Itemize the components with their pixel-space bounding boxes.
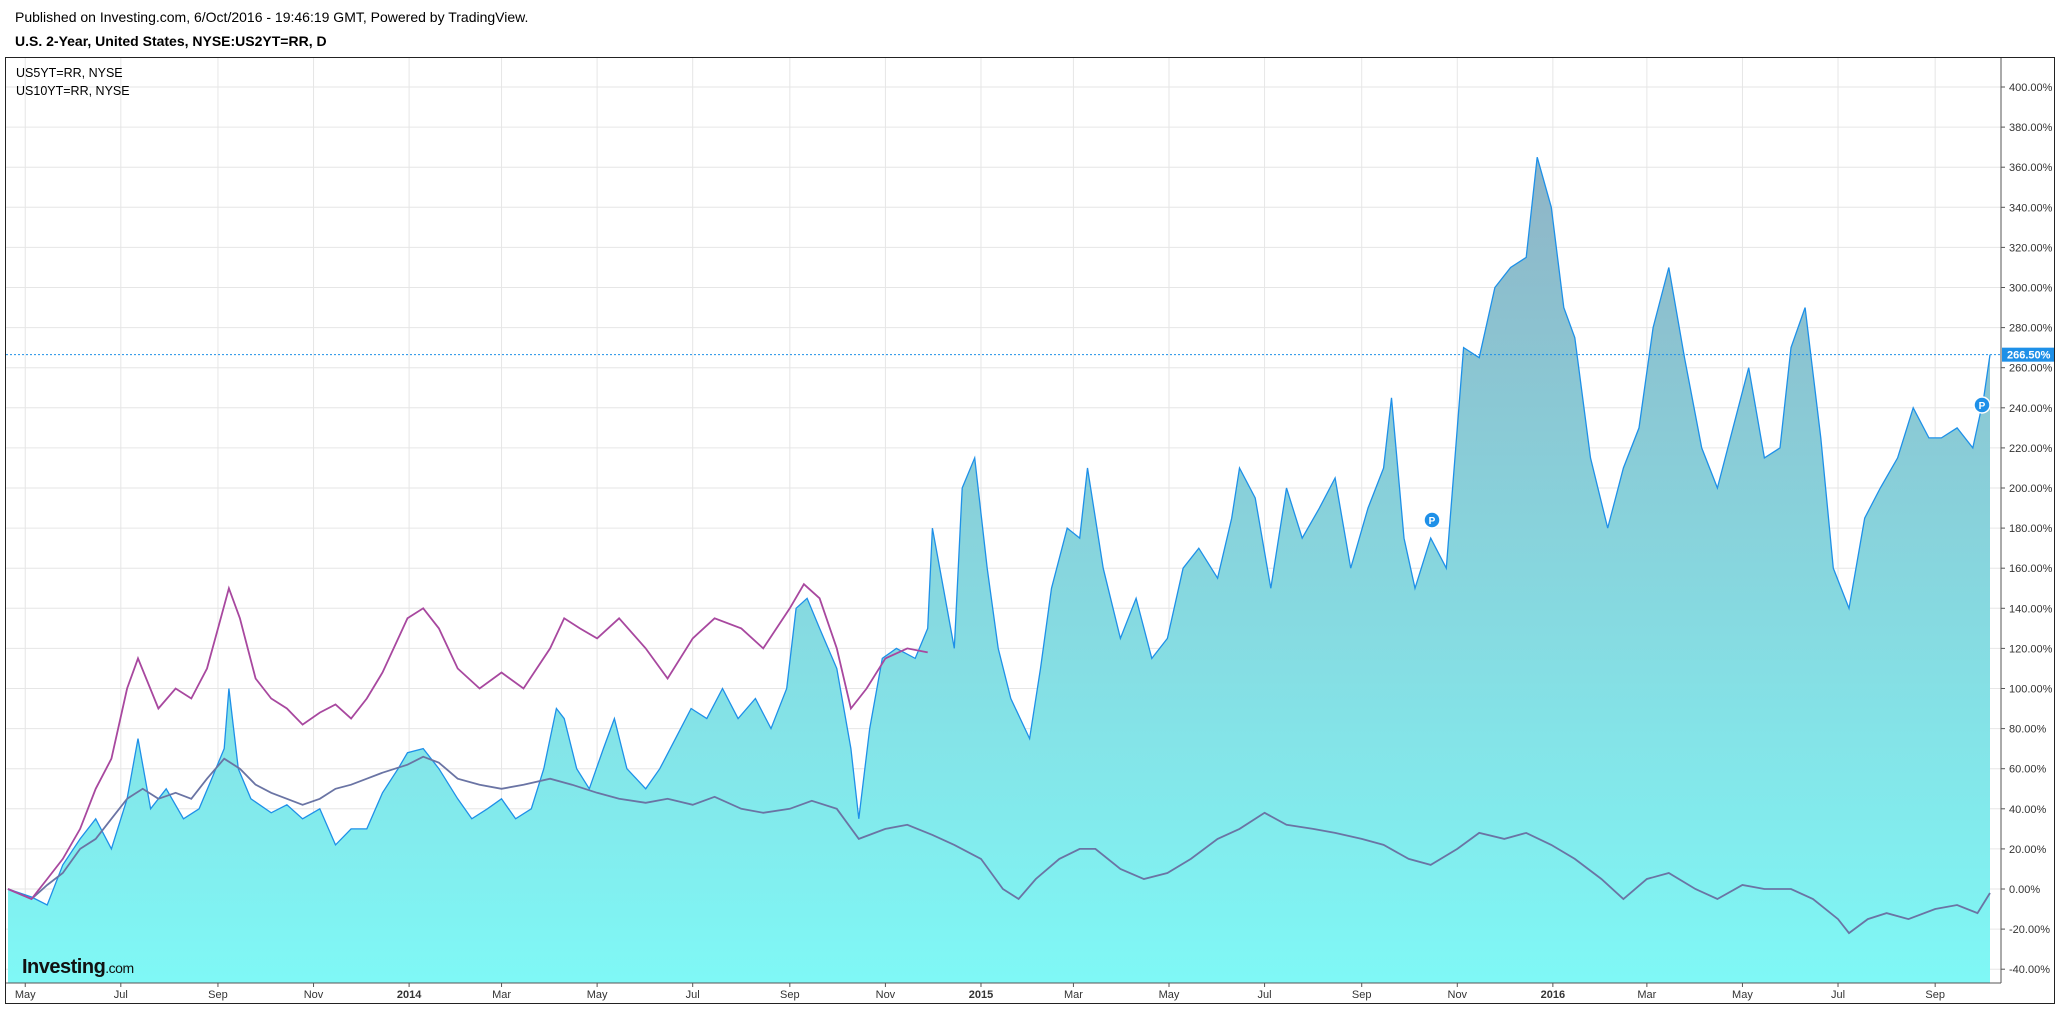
x-tick-label: Mar: [492, 989, 511, 1001]
y-tick-label: 360.00%: [2009, 162, 2053, 174]
y-tick-label: 300.00%: [2009, 283, 2053, 295]
x-tick-label: Mar: [1064, 989, 1083, 1001]
y-tick-label: 340.00%: [2009, 202, 2053, 214]
series-layer: [7, 157, 1991, 983]
y-tick-label: 380.00%: [2009, 122, 2053, 134]
x-tick-label: May: [15, 989, 36, 1001]
x-tick-label: Jul: [1258, 989, 1272, 1001]
x-tick-label: Nov: [304, 989, 324, 1001]
x-tick-label: Jul: [686, 989, 700, 1001]
legend-item-us5yt: US5YT=RR, NYSE: [16, 66, 123, 80]
y-tick-label: 60.00%: [2009, 764, 2047, 776]
y-tick-label: -40.00%: [2009, 964, 2050, 976]
y-tick-label: 120.00%: [2009, 643, 2053, 655]
y-tick-label: 280.00%: [2009, 323, 2053, 335]
series-area-us2yt: [8, 157, 1990, 983]
y-tick-label: 200.00%: [2009, 483, 2053, 495]
x-tick-label: Sep: [1925, 989, 1945, 1001]
x-tick-label: May: [1732, 989, 1753, 1001]
x-tick-label: 2016: [1541, 989, 1565, 1001]
x-tick-label: Mar: [1637, 989, 1656, 1001]
y-tick-label: 80.00%: [2009, 724, 2047, 736]
x-tick-label: Sep: [208, 989, 228, 1001]
y-tick-label: 140.00%: [2009, 603, 2053, 615]
y-tick-label: 320.00%: [2009, 242, 2053, 254]
logo-brand: Investing: [22, 956, 106, 978]
x-tick-label: Sep: [1352, 989, 1372, 1001]
y-tick-label: 100.00%: [2009, 684, 2053, 696]
y-tick-label: 20.00%: [2009, 844, 2047, 856]
x-tick-label: Jul: [1831, 989, 1845, 1001]
y-tick-label: 180.00%: [2009, 523, 2053, 535]
x-tick-label: 2015: [969, 989, 993, 1001]
logo-suffix: .com: [105, 960, 134, 976]
y-tick-label: 260.00%: [2009, 363, 2053, 375]
x-tick-label: Jul: [114, 989, 128, 1001]
y-tick-label: -20.00%: [2009, 924, 2050, 936]
x-tick-label: Sep: [780, 989, 800, 1001]
x-tick-label: Nov: [1448, 989, 1468, 1001]
chart-svg[interactable]: 400.00% 380.00% 360.00% 340.00% 320.00% 300.0…: [0, 0, 2063, 1009]
marker-p-label: P: [1979, 401, 1986, 412]
y-tick-label: 240.00%: [2009, 403, 2053, 415]
x-tick-label: May: [587, 989, 608, 1001]
legend: US5YT=RR, NYSE US10YT=RR, NYSE: [16, 64, 130, 100]
x-tick-label: 2014: [397, 989, 422, 1001]
y-tick-label: 400.00%: [2009, 82, 2053, 94]
marker-p-label: P: [1429, 516, 1436, 527]
y-tick-label: 160.00%: [2009, 563, 2053, 575]
legend-item-us10yt: US10YT=RR, NYSE: [16, 84, 130, 98]
price-badge-label: 266.50%: [2007, 350, 2051, 362]
y-tick-label: 220.00%: [2009, 443, 2053, 455]
x-tick-label: Nov: [876, 989, 896, 1001]
y-tick-label: 40.00%: [2009, 804, 2047, 816]
y-tick-label: 0.00%: [2009, 884, 2040, 896]
x-tick-label: May: [1159, 989, 1180, 1001]
investing-logo: Investing.com: [22, 956, 134, 979]
